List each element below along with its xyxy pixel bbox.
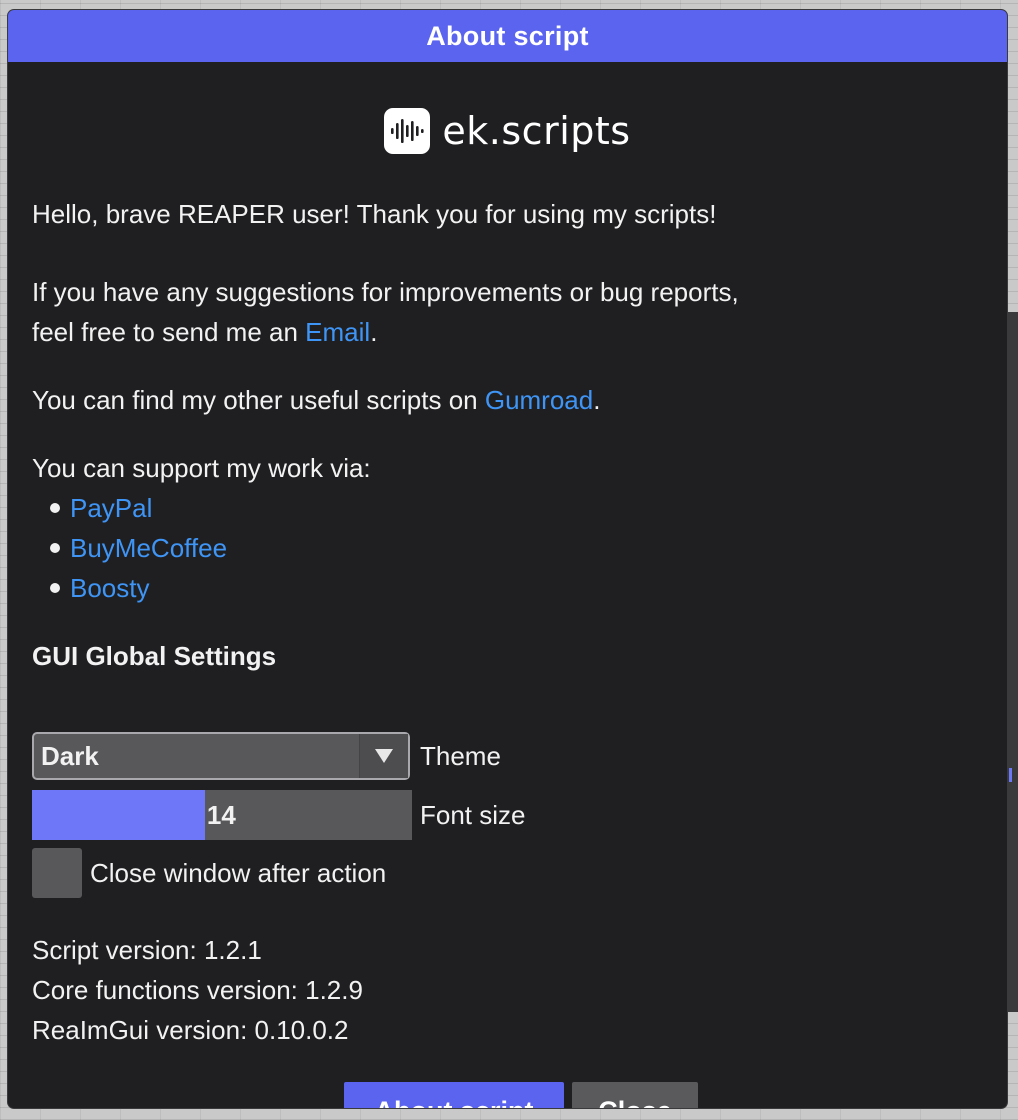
theme-label: Theme	[420, 741, 501, 771]
support-list-item: PayPal	[50, 488, 152, 528]
close-after-action-option[interactable]: Close window after action	[32, 848, 386, 898]
bullet-icon	[50, 543, 60, 553]
background-accent	[1009, 768, 1012, 782]
font-size-value: 14	[206, 800, 236, 830]
waveform-icon	[384, 108, 431, 154]
scripts-suffix: .	[593, 385, 601, 415]
email-link[interactable]: Email	[305, 317, 370, 347]
support-list-item: Boosty	[50, 568, 150, 608]
buymecoffee-link[interactable]: BuyMeCoffee	[70, 528, 227, 568]
support-intro-text: You can support my work via:	[32, 453, 371, 483]
paypal-link[interactable]: PayPal	[70, 488, 152, 528]
gumroad-link[interactable]: Gumroad	[485, 385, 593, 415]
dialog-titlebar[interactable]: About script	[8, 10, 1007, 62]
feedback-suffix: .	[370, 317, 378, 347]
boosty-link[interactable]: Boosty	[70, 568, 150, 608]
greeting-text: Hello, brave REAPER user! Thank you for …	[32, 199, 717, 229]
about-script-button[interactable]: About script	[344, 1082, 564, 1108]
realmgui-version-text: ReaImGui version: 0.10.0.2	[32, 1015, 349, 1045]
logo: ek.scripts	[8, 108, 1007, 154]
bullet-icon	[50, 503, 60, 513]
font-size-slider[interactable]: 14	[32, 790, 412, 840]
support-list-item: BuyMeCoffee	[50, 528, 227, 568]
scripts-text: You can find my other useful scripts on …	[32, 380, 600, 420]
feedback-text-line1: If you have any suggestions for improvem…	[32, 277, 739, 307]
script-version-text: Script version: 1.2.1	[32, 935, 262, 965]
bullet-icon	[50, 583, 60, 593]
font-size-label: Font size	[420, 800, 526, 830]
core-version-text: Core functions version: 1.2.9	[32, 975, 363, 1005]
close-button[interactable]: Close	[572, 1082, 698, 1108]
feedback-prefix: feel free to send me an	[32, 317, 306, 347]
settings-title: GUI Global Settings	[32, 641, 277, 671]
close-after-action-label: Close window after action	[90, 857, 387, 888]
background-panel	[1006, 312, 1018, 1012]
about-dialog: About script ek.scripts Hello, brave REA…	[8, 10, 1007, 1108]
feedback-text-line2: feel free to send me an Email.	[32, 312, 377, 352]
logo-text: ek.scripts	[442, 109, 631, 153]
font-size-slider-fill	[32, 790, 205, 840]
dialog-title: About script	[426, 20, 589, 51]
close-after-action-checkbox[interactable]	[32, 848, 82, 898]
triangle-down-icon[interactable]	[359, 734, 408, 778]
scripts-prefix: You can find my other useful scripts on	[32, 385, 485, 415]
theme-select-value: Dark	[41, 740, 99, 771]
theme-select[interactable]: Dark	[32, 732, 410, 780]
